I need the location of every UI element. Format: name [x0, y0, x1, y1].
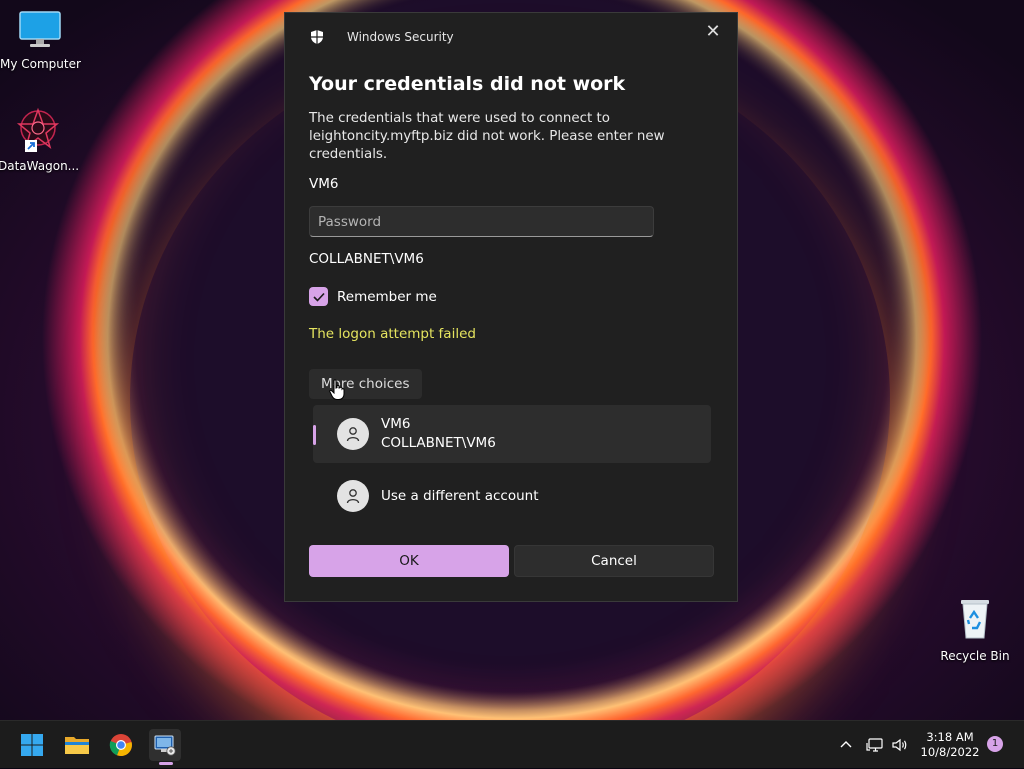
notification-badge[interactable]: 1 [987, 736, 1003, 752]
folder-icon [65, 737, 89, 754]
clock-time: 3:18 AM [926, 730, 974, 744]
desktop: My Computer DataWagon... Recycle Bin Win… [0, 0, 1024, 720]
more-choices-button[interactable]: More choices [309, 369, 422, 399]
taskbar-file-explorer[interactable] [61, 729, 93, 761]
account-name: VM6 [381, 416, 411, 432]
network-status-button[interactable] [866, 721, 884, 769]
remote-desktop-icon [154, 735, 176, 756]
datawagon-logo-icon [16, 107, 60, 152]
chrome-icon [109, 734, 132, 757]
windows-start-icon [21, 734, 43, 756]
speaker-icon [892, 738, 907, 752]
desktop-icon-datawagon[interactable]: DataWagon... [0, 106, 80, 173]
windows-security-dialog: Windows Security ✕ Your credentials did … [284, 12, 738, 602]
domain-user-label: COLLABNET\VM6 [309, 251, 424, 267]
dialog-title: Your credentials did not work [309, 73, 626, 95]
clock-date: 10/8/2022 [920, 745, 980, 759]
shield-icon [311, 30, 323, 44]
cancel-button[interactable]: Cancel [514, 545, 714, 577]
app-title: Windows Security [347, 30, 454, 44]
remember-me-checkbox[interactable]: Remember me [309, 287, 437, 306]
close-button[interactable]: ✕ [703, 21, 723, 42]
taskbar-chrome[interactable] [105, 729, 137, 761]
chevron-up-icon [840, 741, 852, 748]
active-app-indicator [159, 762, 173, 765]
account-detail: COLLABNET\VM6 [381, 435, 496, 451]
user-avatar-icon [337, 418, 369, 450]
clock-button[interactable]: 3:18 AM 10/8/2022 [918, 730, 982, 760]
dialog-header: Windows Security [309, 29, 454, 45]
hand-cursor-icon [329, 379, 345, 400]
desktop-icon-label: Recycle Bin [940, 649, 1010, 663]
network-icon [866, 738, 883, 752]
dialog-message: The credentials that were used to connec… [309, 111, 665, 162]
desktop-icon-recycle-bin[interactable]: Recycle Bin [935, 596, 1015, 663]
recycle-bin-icon [961, 600, 989, 639]
show-hidden-icons-button[interactable] [838, 721, 854, 769]
account-option-different[interactable]: Use a different account [313, 467, 711, 525]
taskbar: 3:18 AM 10/8/2022 [0, 720, 1024, 768]
account-option-vm6[interactable]: VM6 COLLABNET\VM6 [313, 405, 711, 463]
desktop-icon-label: DataWagon... [0, 159, 80, 173]
account-name: Use a different account [381, 487, 539, 504]
volume-button[interactable] [891, 721, 909, 769]
username-label: VM6 [309, 176, 339, 192]
desktop-icon-my-computer[interactable]: My Computer [0, 10, 81, 71]
selection-indicator [313, 425, 316, 445]
start-button[interactable] [16, 729, 48, 761]
close-icon: ✕ [705, 21, 721, 42]
error-message: The logon attempt failed [309, 326, 476, 342]
monitor-icon [19, 11, 61, 47]
desktop-icon-label: My Computer [0, 57, 81, 71]
user-avatar-icon [337, 480, 369, 512]
password-input[interactable] [309, 206, 654, 237]
ok-button[interactable]: OK [309, 545, 509, 577]
taskbar-remote-desktop[interactable] [149, 729, 181, 761]
remember-me-label: Remember me [337, 288, 437, 305]
checkbox-checked-icon[interactable] [309, 287, 328, 306]
